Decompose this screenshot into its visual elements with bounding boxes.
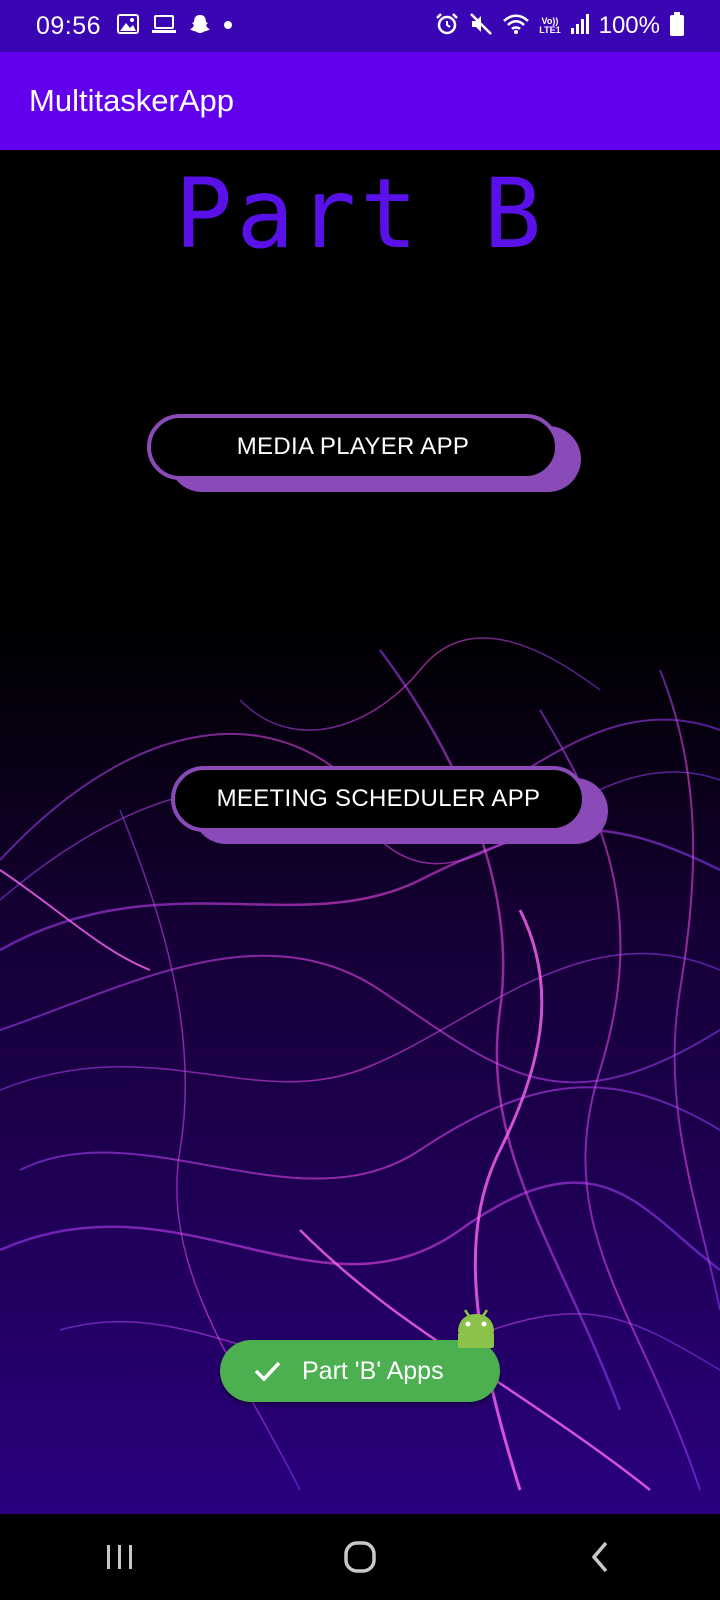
app-bar: MultitaskerApp	[0, 52, 720, 150]
home-button[interactable]	[320, 1527, 400, 1587]
back-icon	[591, 1541, 608, 1573]
page-heading: Part B	[174, 158, 546, 270]
wifi-icon	[503, 13, 530, 40]
battery-icon	[670, 11, 684, 41]
snapchat-icon	[189, 13, 211, 40]
check-icon	[254, 1361, 281, 1382]
status-bar: 09:56 Vo)) LTE1 100%	[0, 0, 720, 52]
mute-icon	[469, 12, 493, 41]
signal-icon	[570, 13, 589, 39]
status-right-icons: Vo)) LTE1 100%	[435, 11, 684, 41]
alarm-icon	[435, 12, 459, 41]
laptop-icon	[151, 14, 177, 39]
toast-text: Part 'B' Apps	[302, 1356, 444, 1385]
android-icon	[458, 1309, 494, 1348]
app-title: MultitaskerApp	[29, 83, 235, 118]
dot-icon	[223, 17, 233, 35]
image-icon	[117, 13, 140, 39]
volte-lte-label: Vo)) LTE1	[539, 16, 561, 35]
recents-button[interactable]	[80, 1527, 160, 1587]
meeting-scheduler-app-button[interactable]: MEETING SCHEDULER APP	[171, 766, 586, 832]
navigation-bar	[0, 1514, 720, 1600]
media-player-app-button[interactable]: MEDIA PLAYER APP	[147, 414, 559, 480]
home-icon	[344, 1541, 376, 1573]
screen: 09:56 Vo)) LTE1 100% MultitaskerApp Part…	[0, 0, 720, 1600]
battery-percent: 100%	[598, 12, 660, 39]
back-button[interactable]	[560, 1527, 640, 1587]
status-left-icons	[117, 13, 233, 40]
status-time: 09:56	[36, 11, 102, 40]
main-content: Part B MEDIA PLAYER APP MEETING SCHEDULE…	[0, 150, 720, 1514]
recents-icon	[107, 1545, 132, 1569]
